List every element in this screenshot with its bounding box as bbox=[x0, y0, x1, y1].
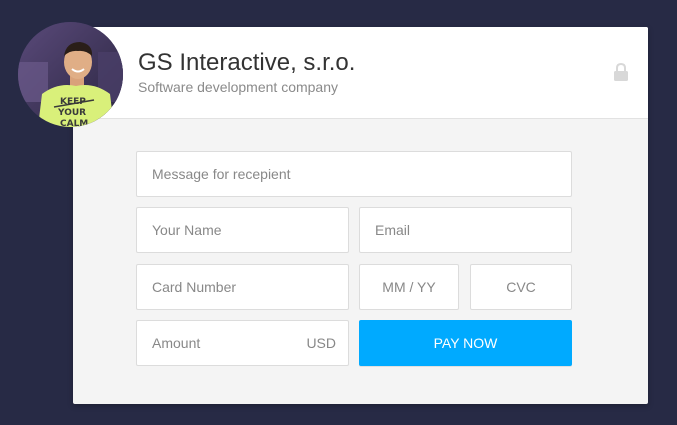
company-subtitle: Software development company bbox=[138, 79, 338, 95]
shirt-text-line-2: YOUR bbox=[57, 108, 86, 118]
avatar-photo: KEEP YOUR CALM bbox=[18, 22, 123, 127]
amount-placeholder: Amount bbox=[152, 335, 201, 351]
name-placeholder: Your Name bbox=[152, 222, 222, 238]
card-header: GS Interactive, s.r.o. Software developm… bbox=[73, 27, 648, 119]
lock-icon bbox=[614, 63, 628, 81]
message-placeholder: Message for recepient bbox=[152, 166, 291, 182]
company-name: GS Interactive, s.r.o. bbox=[138, 49, 356, 76]
company-avatar: KEEP YOUR CALM bbox=[18, 22, 123, 127]
pay-now-button[interactable]: PAY NOW bbox=[359, 320, 572, 366]
amount-input[interactable]: Amount USD bbox=[136, 320, 349, 366]
expiry-placeholder: MM / YY bbox=[382, 279, 436, 295]
card-number-placeholder: Card Number bbox=[152, 279, 237, 295]
currency-label: USD bbox=[306, 335, 336, 351]
message-input[interactable]: Message for recepient bbox=[136, 151, 572, 197]
cvc-input[interactable]: CVC bbox=[470, 264, 572, 310]
name-input[interactable]: Your Name bbox=[136, 207, 349, 253]
email-placeholder: Email bbox=[375, 222, 411, 238]
email-input[interactable]: Email bbox=[359, 207, 572, 253]
cvc-placeholder: CVC bbox=[506, 279, 536, 295]
expiry-input[interactable]: MM / YY bbox=[359, 264, 459, 310]
card-number-input[interactable]: Card Number bbox=[136, 264, 349, 310]
